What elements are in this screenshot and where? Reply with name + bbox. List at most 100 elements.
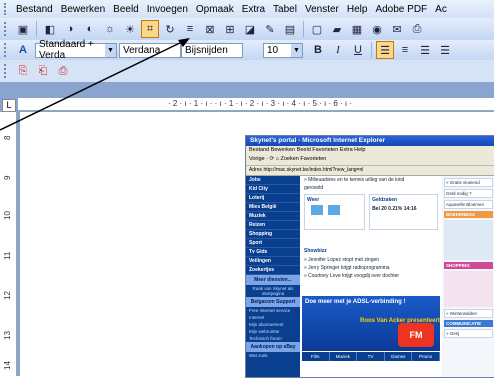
site-nav-item: Kid City [246,185,300,194]
menu-invoegen[interactable]: Invoegen [143,4,192,15]
print-icon[interactable]: ⎙ [408,20,426,38]
vruler-label: 14 [3,361,12,370]
line-style-icon[interactable]: ≡ [181,20,199,38]
text-wrap-icon[interactable]: ⊞ [221,20,239,38]
promo-tab: Muziek [330,352,358,361]
set-transparent-icon[interactable]: ✎ [261,20,279,38]
compress-picture-icon[interactable]: ⊠ [201,20,219,38]
convert-email-pdf-icon[interactable]: ⎗ [34,62,52,80]
vruler-label: 9 [3,175,12,180]
font-size-combo[interactable]: 10 ▼ [263,42,303,58]
align-left-icon[interactable]: ☰ [376,41,394,59]
new-document-icon[interactable]: ▢ [308,20,326,38]
format-picture-icon[interactable]: ◪ [241,20,259,38]
site-startpage-note: Raak van Skynet als startpagina [252,286,294,296]
news-item: » Jennifer Lopez stopt met zingen [304,257,380,263]
insert-picture-icon[interactable]: ▣ [14,20,32,38]
finance-value: Bel 20 0.21% 14:16 [372,206,417,212]
product-image [444,271,493,307]
ie-window-title: Skynet's portal - Microsoft Internet Exp… [246,136,494,146]
right-section-label: COMMUNICATIE [444,320,493,327]
adsl-promo-banner: Doe meer met je ADSL-verbinding ! Roos V… [302,296,440,351]
vruler-label: 10 [3,211,12,220]
style-combo[interactable]: Standaard + Verda ▼ [35,39,117,61]
font-size-value: 10 [267,44,279,56]
open-icon[interactable]: ▰ [328,20,346,38]
site-widgets: Weer Geldzaken Bel 20 0.21% 14:16 [302,192,440,232]
site-right-column: » Gratis vloeiend Geld nodig ? Aquarelle… [442,176,494,377]
align-right-icon[interactable]: ☰ [416,41,434,59]
review-pdf-icon[interactable]: ⎙ [54,62,72,80]
bold-button[interactable]: B [309,41,327,59]
less-contrast-icon[interactable]: ◐ [81,20,99,38]
embedded-browser-screenshot[interactable]: Skynet's portal - Microsoft Internet Exp… [245,135,494,378]
menu-beeld[interactable]: Beeld [109,4,143,15]
promo-tab: TV [357,352,385,361]
right-tag: » Gerij [444,329,493,338]
ie-toolbar: Vorige · ⟳ ⌂ Zoeken Favorieten [246,154,494,166]
promo-tabs: Film Muziek TV Games Promo [302,352,440,361]
ie-address-bar: Adres http://mac.skynet.be/index.html?ne… [246,166,494,176]
menu-ac[interactable]: Ac [431,4,451,15]
crop-icon[interactable]: ⌗ [141,20,159,38]
convert-pdf-icon[interactable]: ⎘ [14,62,32,80]
italic-button[interactable]: I [329,41,347,59]
save-icon[interactable]: ▦ [348,20,366,38]
promo-tab: Promo [412,352,440,361]
menu-bestand[interactable]: Bestand [12,4,57,15]
site-nav-item: Jobs [246,176,300,185]
weather-widget: Weer [304,194,366,230]
image-control-icon[interactable]: ◧ [41,20,59,38]
menu-help[interactable]: Help [343,4,372,15]
toolbar-grip[interactable] [4,43,10,57]
news-title: Showbizz [304,248,327,254]
more-contrast-icon[interactable]: ◑ [61,20,79,38]
email-icon[interactable]: ✉ [388,20,406,38]
font-combo[interactable]: Verdana [119,42,181,58]
weather-icon [311,205,323,215]
vertical-ruler[interactable]: 8 9 10 11 12 13 14 [0,112,17,376]
reset-picture-icon[interactable]: ▤ [281,20,299,38]
site-nav-item: Tv Gids [246,248,300,257]
site-nav-item: Shopping [246,230,300,239]
menu-adobe-pdf[interactable]: Adobe PDF [371,4,431,15]
site-sidebar: Jobs Kid City Loterij Mies België Muziek… [246,176,300,377]
menu-opmaak[interactable]: Opmaak [192,4,238,15]
finance-widget: Geldzaken Bel 20 0.21% 14:16 [369,194,438,230]
less-brightness-icon[interactable]: ☀ [121,20,139,38]
toolbar-grip[interactable] [4,64,10,78]
permission-icon[interactable]: ◉ [368,20,386,38]
tab-selector[interactable]: L [2,99,16,112]
menu-bewerken[interactable]: Bewerken [57,4,109,15]
right-item: Geld nodig ? [444,189,493,198]
news-item: » Courtney Love krijgt voogdij over doch… [304,273,400,279]
toolbar-separator [371,42,372,58]
right-item: » Gratis vloeiend [444,178,493,187]
ie-menu-bar: Bestand Bewerken Beeld Favorieten Extra … [246,146,494,154]
picture-toolbar: ▣ ◧ ◑ ◐ ☼ ☀ ⌗ ↻ ≡ ⊠ ⊞ ◪ ✎ ▤ ▢ ▰ ▦ ◉ ✉ ⎙ [0,18,494,40]
vruler-label: 12 [3,291,12,300]
position-combo[interactable]: Bijsnijden [181,42,243,58]
menu-extra[interactable]: Extra [238,4,269,15]
menu-venster[interactable]: Venster [301,4,343,15]
pdf-toolbar: ⎘ ⎗ ⎙ [0,60,494,82]
align-center-icon[interactable]: ≡ [396,41,414,59]
justify-icon[interactable]: ☰ [436,41,454,59]
menu-grip[interactable] [4,3,12,15]
site-main: » Milieuadvies en te kennis uitleg van d… [302,176,440,377]
site-nav-item: Sport [246,239,300,248]
underline-button[interactable]: U [349,41,367,59]
menu-tabel[interactable]: Tabel [269,4,301,15]
right-item: Aquarelle Bloemen [444,200,493,209]
toolbar-grip[interactable] [4,22,10,36]
fm-logo: FM [398,323,434,347]
rotate-icon[interactable]: ↻ [161,20,179,38]
chevron-down-icon[interactable]: ▼ [105,43,116,57]
vruler-label: 8 [3,135,12,140]
site-ebay-sub: Wat zoek [249,353,268,358]
vruler-label: 11 [3,251,12,260]
chevron-down-icon[interactable]: ▼ [291,43,302,57]
styles-pane-icon[interactable]: A [14,41,32,59]
more-brightness-icon[interactable]: ☼ [101,20,119,38]
horizontal-ruler[interactable]: · 2 · ı · 1 · ı · · ı · 1 · ı · 2 · ı · … [18,98,494,111]
